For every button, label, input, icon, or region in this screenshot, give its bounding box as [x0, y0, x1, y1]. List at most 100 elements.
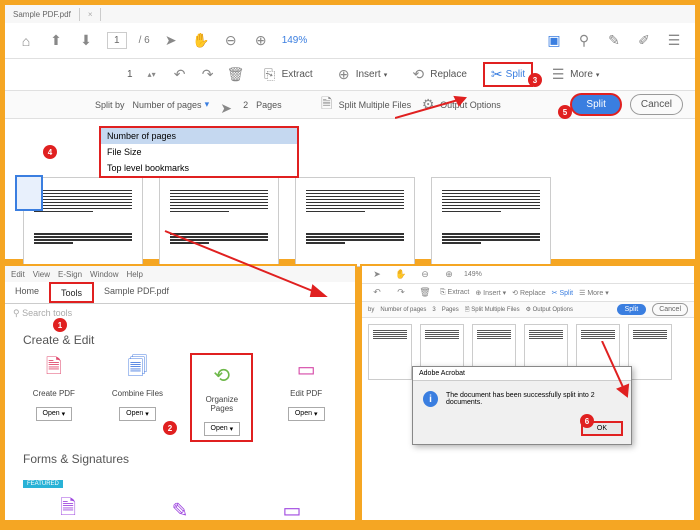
stamp-icon[interactable]: ▭	[276, 494, 308, 526]
dd-option-filesize[interactable]: File Size	[101, 144, 297, 160]
badge-6: 6	[580, 414, 594, 428]
selected-thumb[interactable]	[15, 175, 43, 211]
tool-edit-pdf[interactable]: ▭ Edit PDF Open▾	[275, 353, 337, 442]
rotate-left-icon[interactable]: ↶	[368, 284, 386, 302]
rotate-left-icon[interactable]: ↶	[171, 66, 189, 84]
replace-button[interactable]: ⟲ Replace	[512, 289, 546, 297]
insert-button[interactable]: ⊕ Insert ▾	[475, 289, 506, 297]
trash-icon[interactable]: 🗑	[416, 284, 434, 302]
pages-label: Pages	[442, 307, 459, 313]
combine-icon: 🗐	[121, 353, 153, 385]
split-button[interactable]: Split	[570, 93, 621, 116]
open-button[interactable]: Open▾	[119, 407, 156, 421]
more-button[interactable]: ☰ More ▾	[579, 289, 609, 297]
more-button[interactable]: ☰More▾	[543, 63, 605, 87]
split-button-tb[interactable]: ✂ Split	[552, 289, 573, 297]
dd-option-pages[interactable]: Number of pages	[101, 128, 297, 144]
form-icon[interactable]: 🗎	[52, 494, 84, 526]
rotate-right-icon[interactable]: ↷	[392, 284, 410, 302]
split-tool-button[interactable]: ✂Split	[483, 62, 533, 87]
scissors-icon: ✂	[491, 66, 503, 83]
document-tab[interactable]: Sample PDF.pdf	[5, 8, 80, 21]
output-opts[interactable]: ⚙ Output Options	[526, 306, 573, 313]
replace-icon: ⟲	[409, 66, 427, 84]
insert-icon: ⊕	[335, 66, 353, 84]
insert-button[interactable]: ⊕Insert▾	[329, 63, 394, 87]
zoom-out-icon[interactable]: ⊖	[222, 32, 240, 50]
open-button[interactable]: Open▾	[204, 422, 241, 436]
home-icon[interactable]: ⌂	[17, 32, 35, 50]
zoom-in-icon[interactable]: ⊕	[440, 266, 458, 284]
tab-tools[interactable]: Tools	[49, 282, 94, 303]
pages-label: Pages	[256, 100, 282, 110]
zoom-level[interactable]: 149%	[464, 271, 482, 278]
featured-badge: FEATURED	[23, 480, 63, 488]
hand-icon[interactable]: ✋	[392, 266, 410, 284]
hand-icon[interactable]: ✋	[192, 32, 210, 50]
section-forms: Forms & Signatures	[5, 442, 355, 472]
split-count-input[interactable]: 2	[243, 100, 248, 110]
cancel-button[interactable]: Cancel	[652, 303, 688, 316]
close-tab-icon[interactable]: ×	[80, 8, 102, 21]
split-button[interactable]: Split	[617, 304, 647, 315]
split-by-label: by	[368, 307, 374, 313]
cancel-button[interactable]: Cancel	[630, 94, 683, 115]
menu-edit[interactable]: Edit	[11, 270, 25, 279]
menu-help[interactable]: Help	[126, 270, 142, 279]
open-button[interactable]: Open▾	[36, 407, 73, 421]
page-total: / 6	[139, 35, 150, 46]
badge-2: 2	[163, 421, 177, 435]
cursor-icon: ➤	[217, 100, 235, 118]
zoom-in-icon[interactable]: ⊕	[252, 32, 270, 50]
extract-button[interactable]: ⎘ Extract	[440, 289, 469, 297]
menu-esign[interactable]: E-Sign	[58, 270, 82, 279]
stamp-icon[interactable]: ☰	[665, 32, 683, 50]
up-icon[interactable]: ⬆	[47, 32, 65, 50]
search-icon: ⚲	[13, 308, 20, 318]
tool-create-pdf[interactable]: 🗎 Create PDF Open▾	[23, 353, 85, 442]
extract-icon: ⎘	[261, 66, 279, 84]
tool-combine-files[interactable]: 🗐 Combine Files Open▾	[107, 353, 169, 442]
trash-icon[interactable]: 🗑	[227, 66, 245, 84]
spinner-up-icon[interactable]: ▴▾	[143, 66, 161, 84]
menu-view[interactable]: View	[33, 270, 50, 279]
list-icon: ☰	[549, 66, 567, 84]
page-spinner[interactable]: 1	[127, 69, 133, 80]
crop-icon[interactable]: ▣	[545, 32, 563, 50]
search-tools-input[interactable]: Search tools	[22, 308, 72, 318]
menu-window[interactable]: Window	[90, 270, 118, 279]
pointer-icon[interactable]: ➤	[368, 266, 386, 284]
page-number-input[interactable]: 1	[107, 32, 127, 49]
split-count[interactable]: 3	[432, 307, 435, 313]
pointer-icon[interactable]: ➤	[162, 32, 180, 50]
split-multi[interactable]: 🗎 Split Multiple Files	[465, 305, 520, 315]
zoom-out-icon[interactable]: ⊖	[416, 266, 434, 284]
split-by-label: Split by	[95, 100, 125, 110]
replace-button[interactable]: ⟲Replace	[403, 63, 473, 87]
tab-home[interactable]: Home	[5, 282, 49, 303]
rotate-right-icon[interactable]: ↷	[199, 66, 217, 84]
badge-5: 5	[558, 105, 572, 119]
page-thumb[interactable]	[368, 324, 412, 380]
split-mode[interactable]: Number of pages	[380, 307, 426, 313]
badge-4: 4	[43, 145, 57, 159]
info-icon: i	[423, 391, 438, 407]
sign-icon[interactable]: ✎	[164, 494, 196, 526]
create-pdf-icon: 🗎	[38, 353, 70, 385]
tool-organize-pages[interactable]: ⟲ Organize Pages Open▾	[190, 353, 253, 442]
edit-pdf-icon: ▭	[290, 353, 322, 385]
zoom-level[interactable]: 149%	[282, 35, 308, 46]
pen-icon[interactable]: ✎	[605, 32, 623, 50]
extract-button[interactable]: ⎘Extract	[255, 63, 319, 87]
split-mode-menu: Number of pages File Size Top level book…	[99, 126, 299, 178]
badge-1: 1	[53, 318, 67, 332]
organize-icon: ⟲	[206, 359, 238, 391]
open-button[interactable]: Open▾	[288, 407, 325, 421]
dd-option-bookmarks[interactable]: Top level bookmarks	[101, 160, 297, 176]
split-mode-dropdown[interactable]: Number of pages▾	[133, 99, 210, 110]
files-icon: 🗎	[318, 96, 336, 114]
search-icon[interactable]: ⚲	[575, 32, 593, 50]
down-icon[interactable]: ⬇	[77, 32, 95, 50]
page-thumb[interactable]	[431, 177, 551, 267]
highlight-icon[interactable]: ✐	[635, 32, 653, 50]
